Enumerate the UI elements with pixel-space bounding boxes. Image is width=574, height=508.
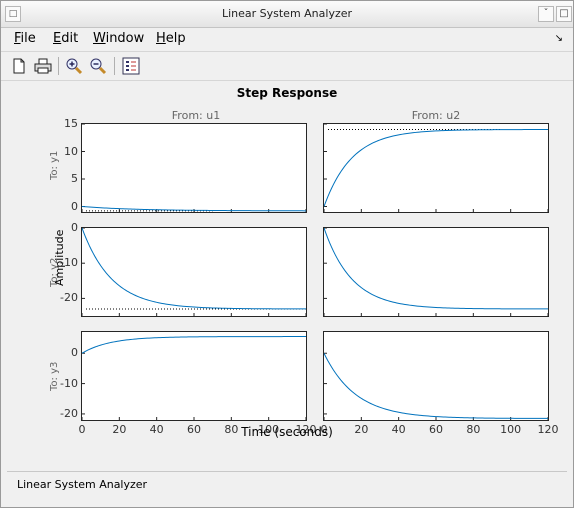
y-tick-label: -10 — [60, 376, 78, 390]
y-tick-label: 10 — [64, 144, 78, 158]
toolbar-separator — [114, 57, 115, 75]
y-tick-label: 5 — [71, 172, 78, 185]
y-tick-label: 0 — [71, 346, 78, 360]
status-bar: Linear System Analyzer — [7, 471, 567, 500]
subplot-r1-c2[interactable] — [323, 123, 549, 213]
minimize-icon[interactable]: ˇ — [538, 6, 554, 22]
response-line — [82, 228, 307, 310]
subplot-r2-c2[interactable] — [323, 227, 549, 317]
y-tick-label: -20 — [60, 406, 78, 420]
plot-configurations-icon[interactable] — [121, 56, 141, 76]
title-bar: □ Linear System Analyzer ˇ □ — [1, 1, 573, 28]
menu-edit[interactable]: Edit — [53, 31, 78, 46]
print-icon[interactable] — [33, 56, 53, 76]
response-line — [324, 353, 549, 419]
x-axis-label: Time (seconds) — [241, 425, 333, 439]
menu-bar: File Edit Window Help ↘ — [1, 28, 573, 50]
plot-area: Step Response From: u1 From: u2 Amplitud… — [7, 81, 567, 469]
status-text: Linear System Analyzer — [17, 478, 148, 491]
column-label-u2: From: u2 — [411, 109, 461, 122]
toolbar — [1, 51, 573, 81]
toolbar-separator — [58, 57, 59, 75]
column-label-u1: From: u1 — [171, 109, 221, 122]
menu-window[interactable]: Window — [93, 31, 144, 46]
app-window: □ Linear System Analyzer ˇ □ File Edit W… — [0, 0, 574, 508]
zoom-in-icon[interactable] — [64, 56, 84, 76]
subplot-r3-c1[interactable] — [81, 331, 307, 421]
y-tick-label: -10 — [60, 256, 78, 270]
subplot-r2-c1[interactable] — [81, 227, 307, 317]
y-tick-label: 0 — [71, 199, 78, 213]
dock-arrow-icon[interactable]: ↘ — [555, 33, 563, 44]
response-line — [324, 129, 548, 207]
subplot-r3-c2[interactable] — [323, 331, 549, 421]
new-file-icon[interactable] — [9, 56, 29, 76]
response-line — [82, 206, 306, 212]
y-tick-label: -20 — [60, 291, 78, 305]
window-title: Linear System Analyzer — [221, 7, 353, 20]
response-line — [324, 228, 548, 310]
y-tick-label: 0 — [71, 221, 78, 234]
subplot-r1-c1[interactable] — [81, 123, 307, 213]
response-line — [82, 336, 306, 354]
maximize-icon[interactable]: □ — [556, 6, 572, 22]
menu-file[interactable]: File — [14, 31, 36, 46]
plot-title: Step Response — [236, 86, 338, 100]
menu-help[interactable]: Help — [156, 31, 186, 46]
zoom-out-icon[interactable] — [88, 56, 108, 76]
y-tick-label: 15 — [64, 117, 78, 130]
